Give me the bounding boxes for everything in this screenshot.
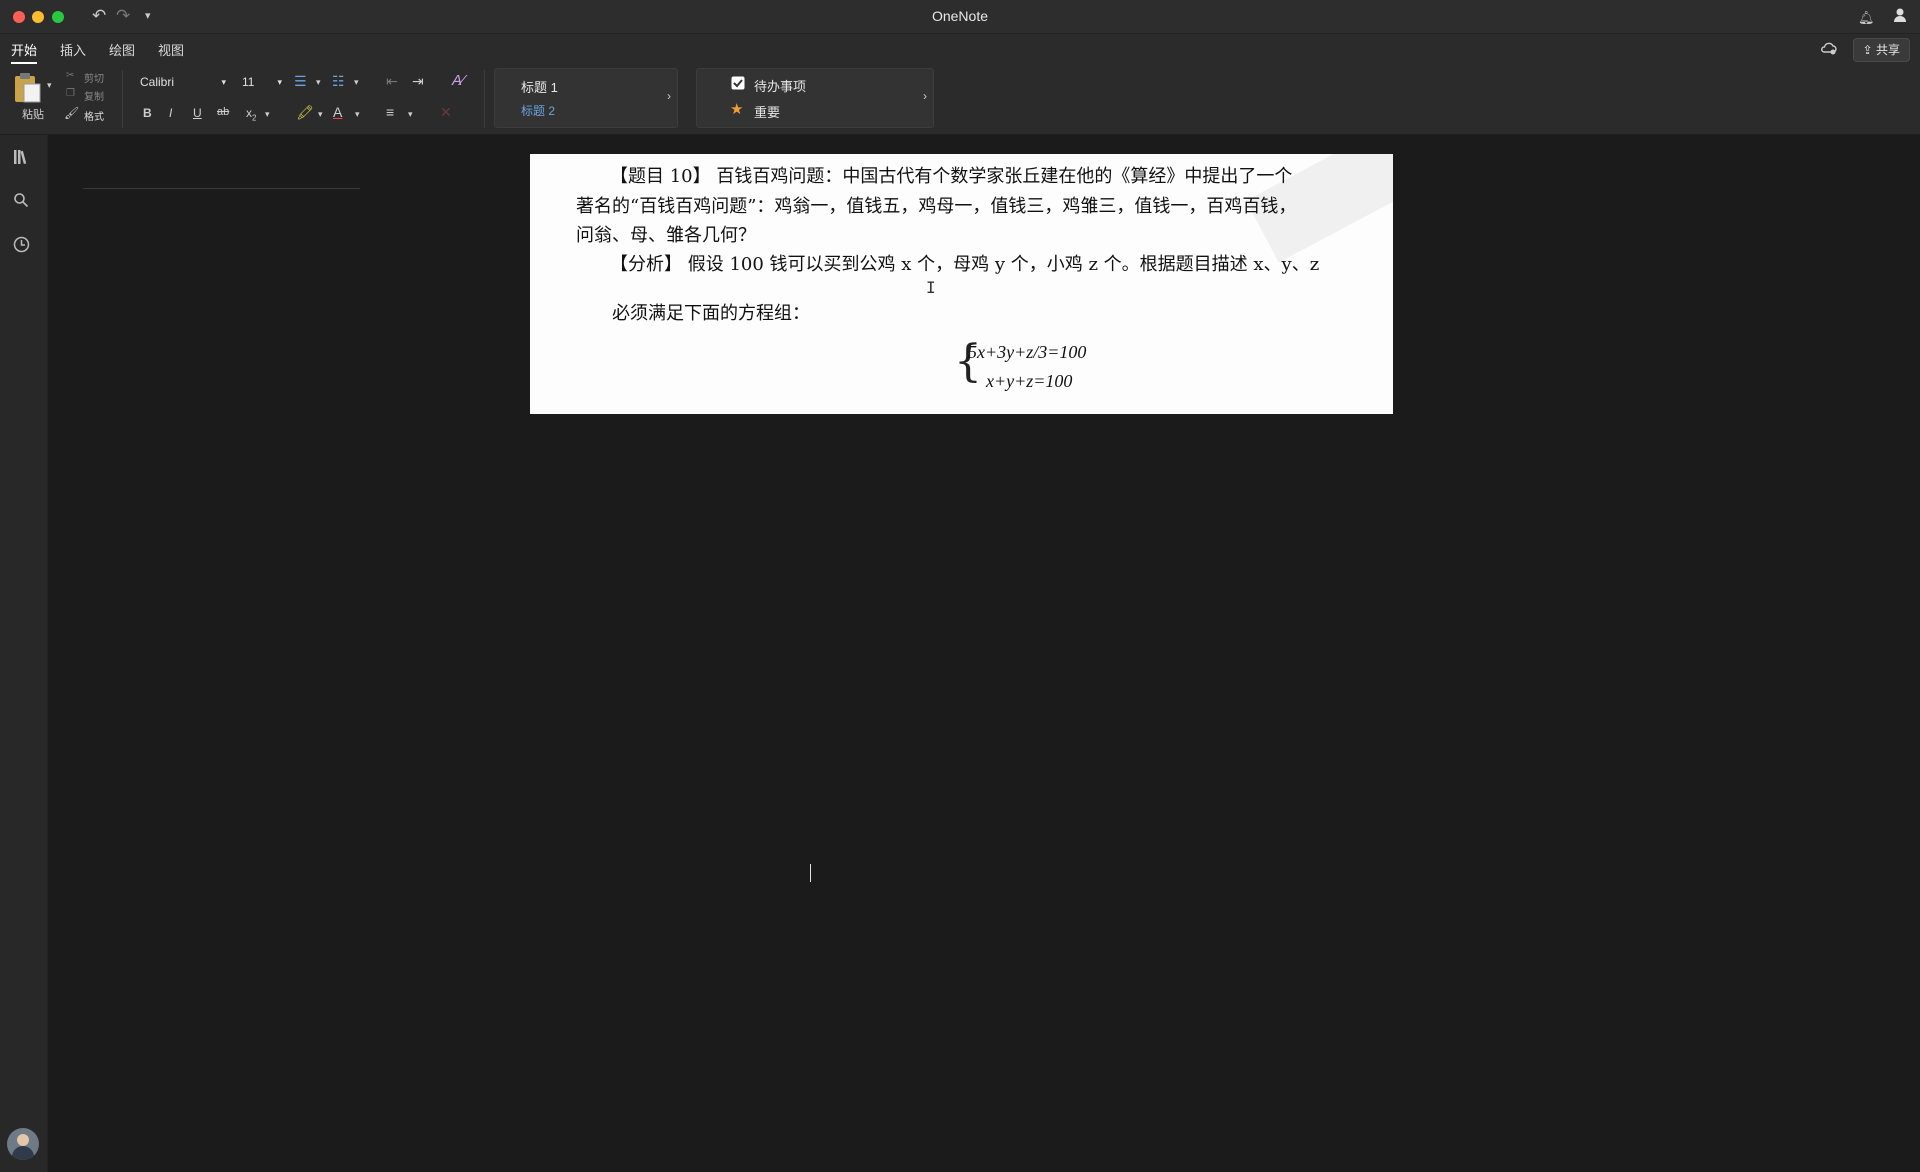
increase-indent-icon[interactable]: ⇥ [412, 73, 424, 90]
star-icon: ★ [730, 101, 744, 118]
chevron-down-icon: ▾ [277, 77, 282, 87]
copy-button[interactable]: 复制 [84, 88, 104, 103]
tab-insert[interactable]: 插入 [60, 40, 86, 59]
pasted-image[interactable]: 【题目 10】 百钱百鸡问题：中国古代有个数学家张丘建在他的《算经》中提出了一个… [530, 154, 1393, 414]
paste-label: 粘贴 [22, 109, 44, 121]
ribbon-divider [484, 70, 485, 128]
chevron-down-icon[interactable]: ▾ [355, 109, 360, 120]
subscript-button[interactable]: x2 [246, 106, 256, 122]
recent-clock-icon[interactable] [13, 236, 30, 258]
title-bar: ↶ ↷ ▾ OneNote 🔔︎ [0, 0, 1920, 34]
share-label: 共享 [1875, 43, 1900, 57]
account-icon[interactable] [1893, 7, 1909, 29]
share-icon: ⇪ [1862, 43, 1873, 57]
align-icon[interactable]: ≡ [386, 104, 394, 120]
document-line: 【题目 10】 百钱百鸡问题：中国古代有个数学家张丘建在他的《算经》中提出了一个 [610, 166, 1293, 187]
notebooks-icon[interactable] [13, 149, 31, 170]
font-color-icon[interactable]: A [333, 104, 342, 120]
document-line: 问翁、母、雏各几何？ [576, 225, 756, 246]
numbering-icon[interactable]: ☷ [332, 73, 345, 90]
paste-button[interactable] [12, 70, 42, 109]
navigation-sidebar [0, 135, 48, 1172]
format-painter-button[interactable]: 格式 [84, 108, 104, 123]
cut-button[interactable]: 剪切 [84, 70, 104, 85]
scissors-icon[interactable]: ✂ [66, 70, 74, 81]
chevron-down-icon[interactable]: ▾ [318, 109, 323, 120]
bullets-icon[interactable]: ☰ [294, 73, 307, 90]
clear-formatting-icon[interactable]: A⁄ [452, 72, 465, 89]
mouse-ibeam-cursor: I [926, 278, 936, 297]
tab-home[interactable]: 开始 [11, 40, 38, 64]
text-cursor [810, 864, 811, 882]
chevron-down-icon: ▾ [221, 77, 226, 87]
search-icon[interactable] [13, 192, 29, 213]
delete-icon[interactable]: ✕ [440, 104, 452, 121]
style-heading-2[interactable]: 标题 2 [521, 102, 555, 119]
highlighter-icon[interactable]: 🖍︎ [296, 104, 314, 121]
tag-important[interactable]: 重要 [754, 102, 780, 121]
chevron-right-icon[interactable]: › [923, 89, 927, 103]
sync-status-icon[interactable] [1820, 40, 1838, 61]
font-name-value: Calibri [140, 75, 175, 89]
app-title: OneNote [931, 8, 989, 24]
styles-gallery[interactable]: 标题 1 标题 2 › [494, 68, 678, 128]
decrease-indent-icon[interactable]: ⇤ [386, 73, 398, 90]
font-size-value: 11 [242, 75, 255, 89]
format-painter-icon[interactable]: 🖌︎ [64, 106, 79, 120]
ribbon-divider [122, 70, 123, 128]
copy-icon[interactable]: ❐ [66, 88, 75, 99]
chevron-down-icon[interactable]: ▾ [354, 77, 359, 88]
page-title-field[interactable] [83, 188, 360, 189]
chevron-down-icon[interactable]: ▾ [408, 109, 413, 120]
equation: 5x+3y+z/3=100 [968, 342, 1087, 362]
bell-icon[interactable]: 🔔︎ [1858, 8, 1875, 28]
share-button[interactable]: ⇪ 共享 [1852, 38, 1910, 62]
font-name-dropdown[interactable]: Calibri ▾ [134, 72, 230, 92]
clipboard-icon [15, 73, 41, 103]
tag-todo[interactable]: 待办事项 [754, 76, 806, 95]
style-heading-1[interactable]: 标题 1 [521, 77, 558, 96]
chevron-right-icon[interactable]: › [667, 89, 671, 103]
ribbon-home: ▾ 粘贴 ✂ 剪切 ❐ 复制 🖌︎ 格式 Calibri ▾ 11 ▾ ☰ ▾ … [0, 64, 1920, 135]
document-line: 【分析】 假设 100 钱可以买到公鸡 x 个，母鸡 y 个，小鸡 z 个。根据… [610, 254, 1320, 275]
strikethrough-button[interactable]: ab [217, 106, 229, 118]
chevron-down-icon[interactable]: ▾ [265, 109, 270, 120]
tab-draw[interactable]: 绘图 [109, 40, 135, 59]
font-size-dropdown[interactable]: 11 ▾ [236, 72, 286, 92]
italic-button[interactable]: I [169, 106, 172, 120]
ribbon-tabs: 开始 插入 绘图 视图 ⇪ 共享 [0, 34, 1920, 64]
equation: x+y+z=100 [986, 371, 1073, 391]
checkbox-icon [731, 76, 745, 95]
chevron-down-icon[interactable]: ▾ [316, 77, 321, 88]
tab-view[interactable]: 视图 [158, 40, 184, 59]
underline-button[interactable]: U [193, 106, 202, 120]
document-line: 著名的“百钱百鸡问题”：鸡翁一，值钱五，鸡母一，值钱三，鸡雏三，值钱一，百鸡百钱… [576, 196, 1297, 217]
tags-gallery[interactable]: 待办事项 ★ 重要 › [696, 68, 934, 128]
document-line: 必须满足下面的方程组： [612, 303, 810, 324]
bold-button[interactable]: B [143, 106, 152, 120]
paste-options-chevron-icon[interactable]: ▾ [47, 80, 52, 91]
avatar[interactable] [7, 1128, 39, 1160]
